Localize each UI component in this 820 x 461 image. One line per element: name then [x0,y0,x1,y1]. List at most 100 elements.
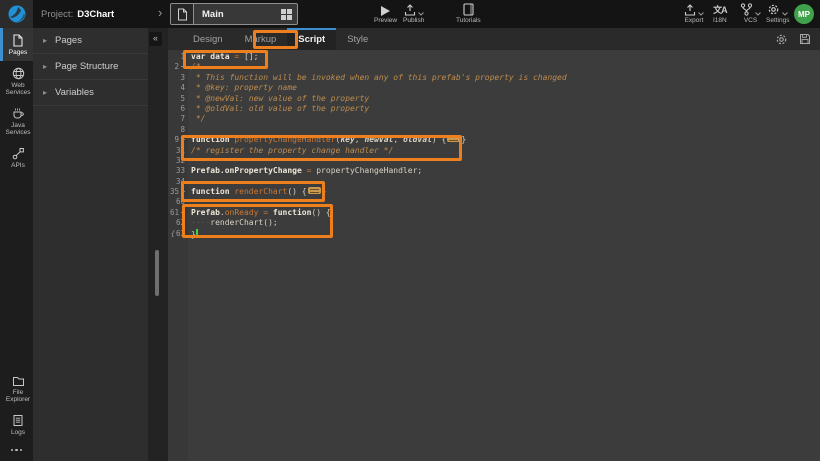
gutter-line-number[interactable]: 34 [168,177,188,187]
breadcrumb-chevron-icon: › [158,5,162,21]
gutter-line-number[interactable]: 9 [168,135,188,145]
globe-icon [12,67,25,80]
sidebar-item-file-explorer[interactable]: File Explorer [0,369,33,408]
code-line[interactable]: Prefab.onReady = function() { [191,208,820,218]
gutter-line-number[interactable]: 62 [168,218,188,228]
gutter: 1234567893132333435606162{63 [168,50,188,461]
gutter-line-number[interactable]: 6 [168,104,188,114]
tab-design[interactable]: Design [182,28,234,50]
code-line[interactable]: /* [191,62,820,72]
gutter-line-number[interactable]: 2 [168,62,188,72]
preview-button[interactable]: Preview [374,3,397,24]
app-logo[interactable] [0,0,33,28]
code-token: } [322,187,327,196]
code-line[interactable]: * @oldVal: old value of the property [191,104,820,114]
gutter-line-number[interactable]: 33 [168,166,188,176]
code-line[interactable]: */ [191,114,820,124]
gutter-line-number[interactable]: 5 [168,94,188,104]
code-line[interactable]: var data = []; [191,52,820,62]
gutter-line-number[interactable]: 3 [168,73,188,83]
code-token: []; [239,52,258,61]
sidebar-more-button[interactable] [0,441,33,461]
fold-marker-icon[interactable] [181,66,185,67]
editor-settings-gear-icon[interactable] [775,33,788,46]
sidebar-item-pages[interactable]: Pages [0,28,33,61]
preview-label: Preview [374,17,397,24]
gutter-line-number[interactable]: 31 [168,146,188,156]
gutter-line-number[interactable]: 4 [168,83,188,93]
vcs-button[interactable]: VCS [740,3,761,24]
folded-code-icon[interactable] [308,187,321,194]
topbar: Project: D3Chart › Main Preview Publish [0,0,820,28]
fold-marker-icon[interactable] [181,212,185,213]
accordion-page-structure[interactable]: ▸ Page Structure [33,54,148,80]
save-icon[interactable] [799,33,811,45]
branch-icon [740,3,753,16]
translate-icon: 文A [713,4,727,16]
code-line[interactable]: Prefab.onPropertyChange = propertyChange… [191,166,820,176]
code-line[interactable] [191,197,820,207]
panel-splitter: « [148,28,168,461]
code-token: () { [311,208,330,217]
i18n-button[interactable]: 文A I18N [713,3,727,24]
code-line[interactable]: } [191,229,820,239]
settings-label: Settings [766,17,790,24]
sidebar-item-apis[interactable]: APIs [0,141,33,174]
code-token: oldVal [403,135,432,144]
gear-icon [767,3,780,16]
gutter-line-number[interactable]: {63 [168,229,188,239]
code-token: } [461,135,466,144]
code-token: * This function will be invoked when any… [191,73,567,82]
gutter-line-number[interactable]: 1 [168,52,188,62]
settings-button[interactable]: Settings [766,3,790,24]
page-file-icon [171,4,194,24]
publish-button[interactable]: Publish [403,3,424,24]
grid-icon[interactable] [281,4,297,24]
sidebar-item-java-services[interactable]: Java Services [0,101,33,141]
code-line[interactable] [191,177,820,187]
api-icon [12,147,25,160]
fold-marker-icon[interactable] [181,191,185,192]
folded-code-icon[interactable] [447,135,460,142]
code-line[interactable]: ····renderChart(); [191,218,820,228]
vertical-scrollbar[interactable] [155,250,159,296]
gutter-line-number[interactable]: 32 [168,156,188,166]
tab-style[interactable]: Style [336,28,379,50]
project-label: Project: [41,9,73,20]
code-token: ···· [191,218,210,227]
pages-panel: ▸ Pages ▸ Page Structure ▸ Variables [33,28,148,461]
sidebar-item-logs[interactable]: Logs [0,408,33,441]
fold-marker-icon[interactable] [181,139,185,140]
expand-triangle-icon: ▸ [43,63,47,71]
code-editor[interactable]: 1234567893132333435606162{63 var data = … [168,50,820,461]
code-line[interactable] [191,125,820,135]
editor-area: Design Markup Script Style 1234567893132… [168,28,820,461]
user-avatar[interactable]: MP [794,4,814,24]
gutter-line-number[interactable]: 60 [168,197,188,207]
collapse-panel-button[interactable]: « [149,32,162,46]
code-line[interactable]: function propertyChangeHandler(key, newV… [191,135,820,145]
gutter-line-number[interactable]: 8 [168,125,188,135]
code-line[interactable]: function renderChart() {} [191,187,820,197]
code-lines[interactable]: var data = [];/* * This function will be… [188,50,820,461]
code-line[interactable] [191,156,820,166]
code-line[interactable]: * This function will be invoked when any… [191,73,820,83]
tutorials-button[interactable]: Tutorials [456,3,481,24]
code-line[interactable]: /* register the property change handler … [191,146,820,156]
gutter-line-number[interactable]: 61 [168,208,188,218]
gutter-line-number[interactable]: 7 [168,114,188,124]
accordion-pages[interactable]: ▸ Pages [33,28,148,54]
tab-script[interactable]: Script [287,28,336,50]
export-button[interactable]: Export [684,3,704,24]
upload-icon [404,4,416,16]
code-token: , [393,135,403,144]
pages-icon [12,34,24,47]
gutter-line-number[interactable]: 35 [168,187,188,197]
code-token: Prefab.onPropertyChange [191,166,307,175]
sidebar-item-web-services[interactable]: Web Services [0,61,33,101]
tab-markup[interactable]: Markup [234,28,288,50]
page-selector[interactable]: Main [170,3,298,25]
accordion-variables[interactable]: ▸ Variables [33,80,148,106]
code-line[interactable]: * @newVal: new value of the property [191,94,820,104]
code-line[interactable]: * @key: property name [191,83,820,93]
